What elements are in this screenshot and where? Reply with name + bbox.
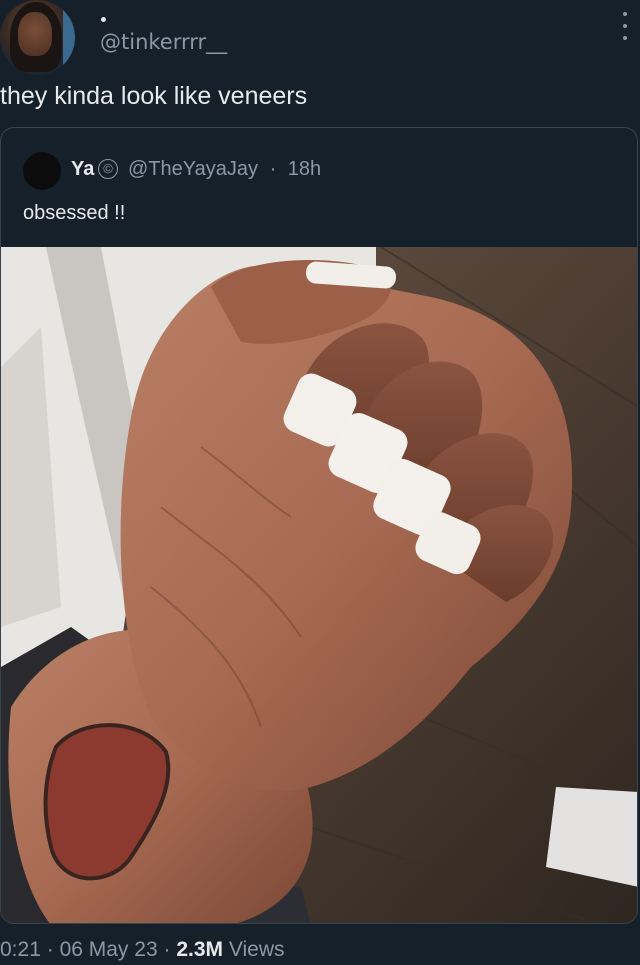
views-count[interactable]: 2.3M — [176, 938, 223, 961]
quoted-tweet-text: obsessed !! — [23, 202, 126, 224]
quoted-author-name[interactable]: Ya — [71, 158, 94, 181]
footer-separator: · — [163, 938, 171, 961]
quoted-timestamp[interactable]: 18h — [288, 158, 321, 180]
more-dot — [623, 12, 627, 16]
author-handle[interactable]: @tinkerrrr__ — [100, 30, 227, 54]
more-options-icon[interactable] — [622, 12, 628, 40]
display-name-dot — [101, 17, 106, 22]
views-label: Views — [228, 938, 285, 961]
meta-separator: · — [269, 158, 277, 180]
post-date[interactable]: 06 May 23 — [60, 938, 158, 961]
quoted-photo[interactable] — [1, 247, 637, 923]
footer-separator: · — [46, 938, 54, 961]
more-dot — [623, 24, 627, 28]
tweet-text: they kinda look like veneers — [0, 82, 308, 110]
more-dot — [623, 36, 627, 40]
avatar-face — [18, 12, 52, 56]
avatar-background-light — [63, 10, 75, 70]
hand-nails-photo-illustration — [1, 247, 637, 923]
quoted-meta: @TheYayaJay · 18h — [128, 158, 321, 181]
quoted-author-avatar[interactable] — [23, 152, 61, 190]
post-time[interactable]: 0:21 — [0, 938, 41, 961]
author-avatar[interactable] — [0, 0, 75, 75]
tweet-footer: 0:21 · 06 May 23 · 2.3M Views — [0, 938, 284, 962]
quoted-author-handle[interactable]: @TheYayaJay — [128, 158, 258, 180]
quoted-tweet-card[interactable]: Ya © @TheYayaJay · 18h obsessed !! — [0, 127, 638, 924]
tweet-screen: @tinkerrrr__ they kinda look like veneer… — [0, 0, 640, 965]
copyright-icon: © — [98, 159, 118, 179]
